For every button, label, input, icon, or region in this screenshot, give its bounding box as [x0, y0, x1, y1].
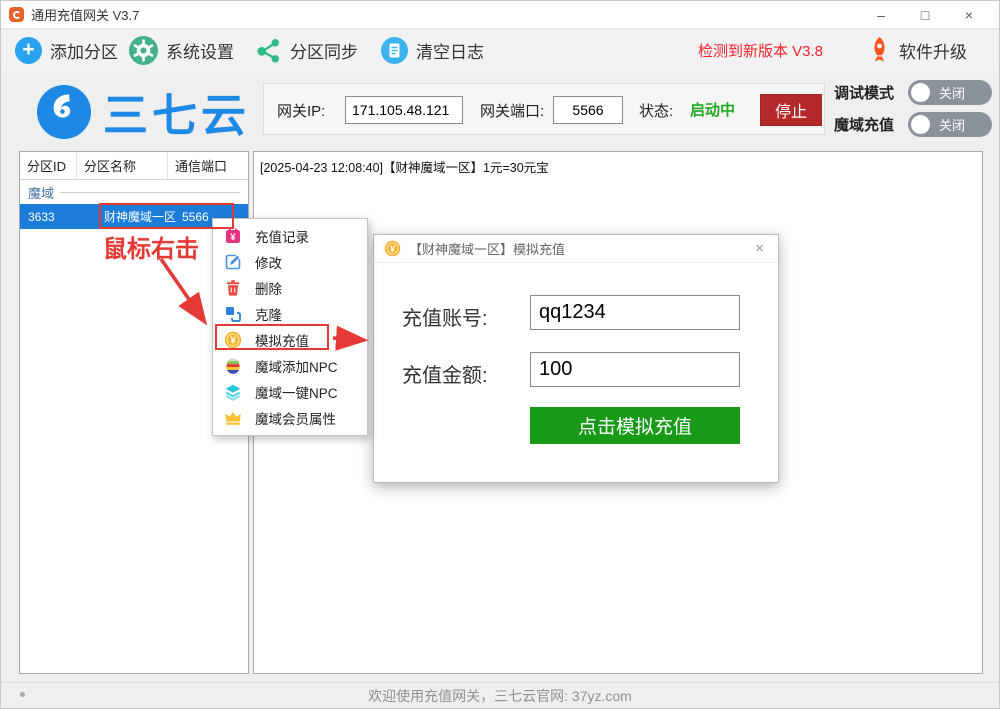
- moyu-recharge-toggle[interactable]: 关闭: [908, 112, 992, 137]
- rocket-icon: [867, 36, 892, 64]
- logo-icon: [37, 85, 91, 139]
- group-row-moyu[interactable]: 魔域: [20, 180, 248, 204]
- delete-icon: [224, 279, 242, 297]
- debug-mode-row: 调试模式 关闭: [834, 79, 992, 105]
- clear-log-button[interactable]: 清空日志: [381, 34, 484, 66]
- context-menu: ¥ 充值记录 修改 删除 克隆 ¥ 模拟充值: [212, 218, 368, 436]
- account-input[interactable]: [530, 295, 740, 330]
- svg-text:¥: ¥: [230, 232, 236, 243]
- column-header-name: 分区名称: [77, 152, 168, 179]
- right-click-hint: 鼠标右击: [103, 229, 199, 264]
- app-window: 通用充值网关 V3.7 – □ × + 添加分区: [0, 0, 1000, 709]
- account-label: 充值账号:: [402, 302, 488, 331]
- menu-item-clone[interactable]: 克隆: [213, 301, 367, 327]
- statusbar: 欢迎使用充值网关，三七云官网: 37yz.com: [1, 682, 999, 708]
- menu-item-moyu-member-props[interactable]: 魔域会员属性: [213, 405, 367, 431]
- debug-mode-label: 调试模式: [834, 82, 894, 103]
- cell-partition-name: 财神魔域一区: [77, 208, 168, 225]
- clone-icon: [224, 305, 242, 323]
- column-header-id: 分区ID: [20, 152, 77, 179]
- moyu-recharge-label: 魔域充值: [834, 114, 894, 135]
- table-header: 分区ID 分区名称 通信端口: [20, 152, 248, 180]
- cell-partition-id: 3633: [20, 210, 77, 224]
- menu-item-simulate-recharge[interactable]: ¥ 模拟充值: [213, 327, 367, 353]
- gateway-port-input[interactable]: [553, 96, 623, 124]
- menu-item-recharge-records[interactable]: ¥ 充值记录: [213, 223, 367, 249]
- titlebar: 通用充值网关 V3.7 – □ ×: [1, 1, 999, 29]
- record-icon: ¥: [224, 227, 242, 245]
- gear-icon: [129, 36, 158, 65]
- minimize-button[interactable]: –: [859, 1, 903, 28]
- gateway-port-label: 网关端口:: [480, 100, 544, 121]
- log-entry: [2025-04-23 12:08:40]【财神魔域一区】1元=30元宝: [260, 157, 976, 176]
- logo: 三七云: [37, 79, 250, 144]
- stop-button[interactable]: 停止: [760, 94, 822, 126]
- dialog-titlebar: ¥ 【财神魔域一区】模拟充值 ×: [374, 235, 778, 263]
- egg-icon: [224, 357, 242, 375]
- app-icon: [9, 7, 24, 22]
- toggle-knob: [911, 83, 930, 102]
- logo-text: 三七云: [103, 79, 250, 144]
- svg-text:¥: ¥: [230, 336, 236, 347]
- crown-icon: [224, 409, 242, 427]
- gateway-panel: 网关IP: 网关端口: 状态: 启动中 停止: [263, 83, 825, 135]
- status-value: 启动中: [690, 99, 735, 120]
- debug-mode-toggle[interactable]: 关闭: [908, 80, 992, 105]
- statusbar-grip-dot: [20, 692, 25, 697]
- toggle-knob: [911, 115, 930, 134]
- dialog-title: 【财神魔域一区】模拟充值: [409, 239, 565, 258]
- amount-input[interactable]: [530, 352, 740, 387]
- toggle-state: 关闭: [939, 115, 965, 134]
- window-title: 通用充值网关 V3.7: [31, 5, 139, 24]
- amount-label: 充值金额:: [402, 359, 488, 388]
- software-upgrade-button[interactable]: 软件升级: [867, 34, 967, 66]
- simulate-recharge-dialog: ¥ 【财神魔域一区】模拟充值 × 充值账号: 充值金额: 点击模拟充值: [373, 234, 779, 483]
- moyu-recharge-row: 魔域充值 关闭: [834, 111, 992, 137]
- menu-item-moyu-add-npc[interactable]: 魔域添加NPC: [213, 353, 367, 379]
- update-notice[interactable]: 检测到新版本 V3.8: [698, 30, 823, 70]
- simulate-recharge-submit-button[interactable]: 点击模拟充值: [530, 407, 740, 444]
- layers-icon: [224, 383, 242, 401]
- toggle-state: 关闭: [939, 83, 965, 102]
- menu-item-delete[interactable]: 删除: [213, 275, 367, 301]
- svg-text:¥: ¥: [390, 244, 396, 255]
- add-partition-button[interactable]: + 添加分区: [15, 34, 118, 66]
- dialog-body: 充值账号: 充值金额: 点击模拟充值: [374, 263, 778, 483]
- coin-icon: ¥: [224, 331, 242, 349]
- toolbar: + 添加分区 系统设置: [1, 30, 999, 70]
- status-label: 状态:: [639, 100, 673, 121]
- edit-icon: [224, 253, 242, 271]
- partition-sync-button[interactable]: 分区同步: [255, 34, 358, 66]
- gateway-ip-input[interactable]: [345, 96, 463, 124]
- share-icon: [255, 37, 282, 64]
- statusbar-text: 欢迎使用充值网关，三七云官网: 37yz.com: [368, 686, 632, 706]
- maximize-button[interactable]: □: [903, 1, 947, 28]
- menu-item-moyu-onekey-npc[interactable]: 魔域一键NPC: [213, 379, 367, 405]
- close-button[interactable]: ×: [947, 1, 991, 28]
- coin-icon: ¥: [384, 240, 401, 257]
- menu-item-edit[interactable]: 修改: [213, 249, 367, 275]
- column-header-port: 通信端口: [168, 152, 248, 179]
- dialog-close-icon[interactable]: ×: [751, 240, 768, 257]
- clear-log-icon: [381, 37, 408, 64]
- gateway-ip-label: 网关IP:: [277, 100, 325, 121]
- system-settings-button[interactable]: 系统设置: [129, 34, 234, 66]
- add-icon: +: [15, 37, 42, 64]
